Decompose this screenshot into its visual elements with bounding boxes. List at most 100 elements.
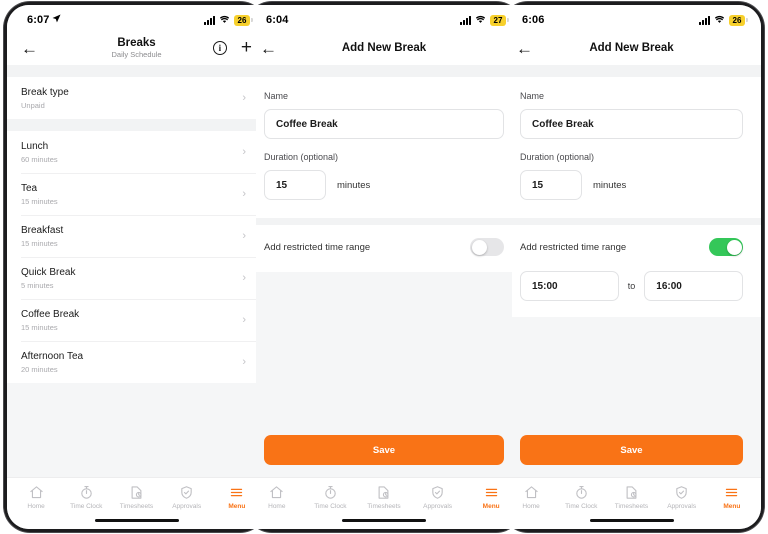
section-gap: [256, 65, 512, 77]
tab-time-clock[interactable]: Time Clock: [557, 485, 605, 511]
status-time-group: 6:06: [522, 14, 544, 26]
screen-content: 6:06 26 ← Add New Break Name Coffee Brea…: [512, 5, 761, 529]
back-button[interactable]: ←: [260, 40, 282, 57]
break-duration: 60 minutes: [21, 154, 58, 164]
chevron-right-icon: ›: [242, 313, 246, 326]
status-bar: 6:06 26: [512, 5, 761, 31]
hamburger-icon: [485, 488, 497, 497]
duration-row: 15 minutes: [520, 170, 743, 200]
chevron-right-icon: ›: [242, 271, 246, 284]
break-type-card: Break type Unpaid ›: [7, 77, 256, 119]
tab-approvals[interactable]: Approvals: [658, 485, 706, 511]
tab-timesheets[interactable]: Timesheets: [607, 485, 655, 511]
tab-label: Home: [522, 503, 540, 510]
shield-check-icon: [676, 486, 687, 499]
tab-bar: Home Time Clock Timesheets Approvals Men…: [256, 477, 512, 517]
tab-label: Menu: [723, 503, 741, 510]
tab-label: Home: [268, 503, 286, 510]
stopwatch-icon: [325, 486, 336, 499]
tab-label: Timesheets: [614, 503, 649, 510]
battery-badge: 26: [729, 14, 745, 26]
toggle-knob: [471, 239, 487, 255]
screen-content: 6:04 27 ← Add New Break Name Coffee Brea…: [256, 5, 512, 529]
screen-content: 6:07 26 ← Breaks Daily Schedule i + Brea…: [7, 5, 256, 529]
tab-approvals[interactable]: Approvals: [414, 485, 462, 511]
break-type-row[interactable]: Break type Unpaid ›: [7, 77, 256, 119]
break-duration: 15 minutes: [21, 322, 58, 332]
document-clock-icon: [626, 486, 637, 499]
break-text: Lunch 60 minutes: [21, 141, 58, 164]
break-name: Coffee Break: [21, 308, 80, 320]
duration-input[interactable]: 15: [520, 170, 582, 200]
break-name: Lunch: [21, 140, 49, 152]
duration-input[interactable]: 15: [264, 170, 326, 200]
break-text: Tea 15 minutes: [21, 183, 58, 206]
table-row[interactable]: Afternoon Tea 20 minutes ›: [7, 341, 256, 383]
start-time-input[interactable]: 15:00: [520, 271, 619, 301]
tab-time-clock[interactable]: Time Clock: [62, 485, 110, 511]
tab-home[interactable]: Home: [256, 485, 301, 511]
section-gap-2: [256, 218, 512, 225]
signal-bars-icon: [699, 15, 710, 25]
table-row[interactable]: Coffee Break 15 minutes ›: [7, 299, 256, 341]
tab-timesheets[interactable]: Timesheets: [112, 485, 160, 511]
restricted-range-card: Add restricted time range: [256, 225, 512, 272]
break-duration: 15 minutes: [21, 238, 58, 248]
navigation-bar: ← Add New Break: [512, 31, 761, 65]
tab-label: Approvals: [423, 503, 453, 510]
tab-label: Approvals: [667, 503, 697, 510]
end-time-input[interactable]: 16:00: [644, 271, 744, 301]
status-time: 6:06: [522, 14, 545, 26]
save-button-wrap: Save: [512, 435, 761, 477]
signal-bars-icon: [204, 15, 215, 25]
add-icon[interactable]: +: [241, 38, 252, 57]
name-input[interactable]: Coffee Break: [264, 109, 504, 139]
table-row[interactable]: Lunch 60 minutes ›: [7, 131, 256, 173]
tab-approvals[interactable]: Approvals: [163, 485, 211, 511]
tab-label: Time Clock: [70, 503, 103, 510]
tab-home[interactable]: Home: [12, 485, 60, 511]
break-text: Coffee Break 15 minutes: [21, 309, 79, 332]
name-input[interactable]: Coffee Break: [520, 109, 743, 139]
table-row[interactable]: Breakfast 15 minutes ›: [7, 215, 256, 257]
tab-menu[interactable]: Menu: [213, 485, 256, 511]
tab-menu[interactable]: Menu: [708, 485, 756, 511]
back-button[interactable]: ←: [21, 40, 43, 57]
list-body: Break type Unpaid › Lunch 60 minutes › T…: [7, 65, 256, 477]
home-indicator: [256, 517, 512, 529]
breaks-card: Lunch 60 minutes › Tea 15 minutes › Brea…: [7, 131, 256, 383]
break-duration: 5 minutes: [21, 280, 54, 290]
home-icon: [29, 486, 43, 499]
nav-title-group: Add New Break: [512, 42, 761, 55]
restricted-toggle[interactable]: [470, 238, 504, 256]
tab-time-clock[interactable]: Time Clock: [306, 485, 354, 511]
navigation-bar: ← Add New Break: [256, 31, 512, 65]
tab-bar: Home Time Clock Timesheets Approvals Men…: [7, 477, 256, 517]
tab-menu[interactable]: Menu: [467, 485, 512, 511]
save-button[interactable]: Save: [264, 435, 504, 465]
tab-label: Time Clock: [314, 503, 347, 510]
status-bar: 6:07 26: [7, 5, 256, 31]
tab-label: Home: [27, 503, 45, 510]
battery-badge: 27: [490, 14, 506, 26]
status-time: 6:07: [27, 14, 50, 26]
three-phone-screens: 6:07 26 ← Breaks Daily Schedule i + Brea…: [0, 0, 768, 534]
restricted-label: Add restricted time range: [520, 241, 627, 253]
duration-label: Duration (optional): [264, 152, 339, 162]
info-icon[interactable]: i: [212, 41, 227, 55]
table-row[interactable]: Tea 15 minutes ›: [7, 173, 256, 215]
back-button[interactable]: ←: [516, 40, 538, 57]
location-arrow-icon: [52, 14, 61, 26]
section-gap-2: [512, 218, 761, 225]
tab-home[interactable]: Home: [512, 485, 555, 511]
break-name: Quick Break: [21, 266, 76, 278]
table-row[interactable]: Quick Break 5 minutes ›: [7, 257, 256, 299]
save-button[interactable]: Save: [520, 435, 743, 465]
restricted-toggle[interactable]: [709, 238, 743, 256]
wifi-icon: [475, 11, 486, 29]
form-body: Name Coffee Break Duration (optional) 15…: [512, 65, 761, 477]
status-time: 6:04: [266, 14, 289, 26]
tab-label: Menu: [228, 503, 246, 510]
tab-timesheets[interactable]: Timesheets: [360, 485, 408, 511]
navigation-bar: ← Breaks Daily Schedule i +: [7, 31, 256, 65]
